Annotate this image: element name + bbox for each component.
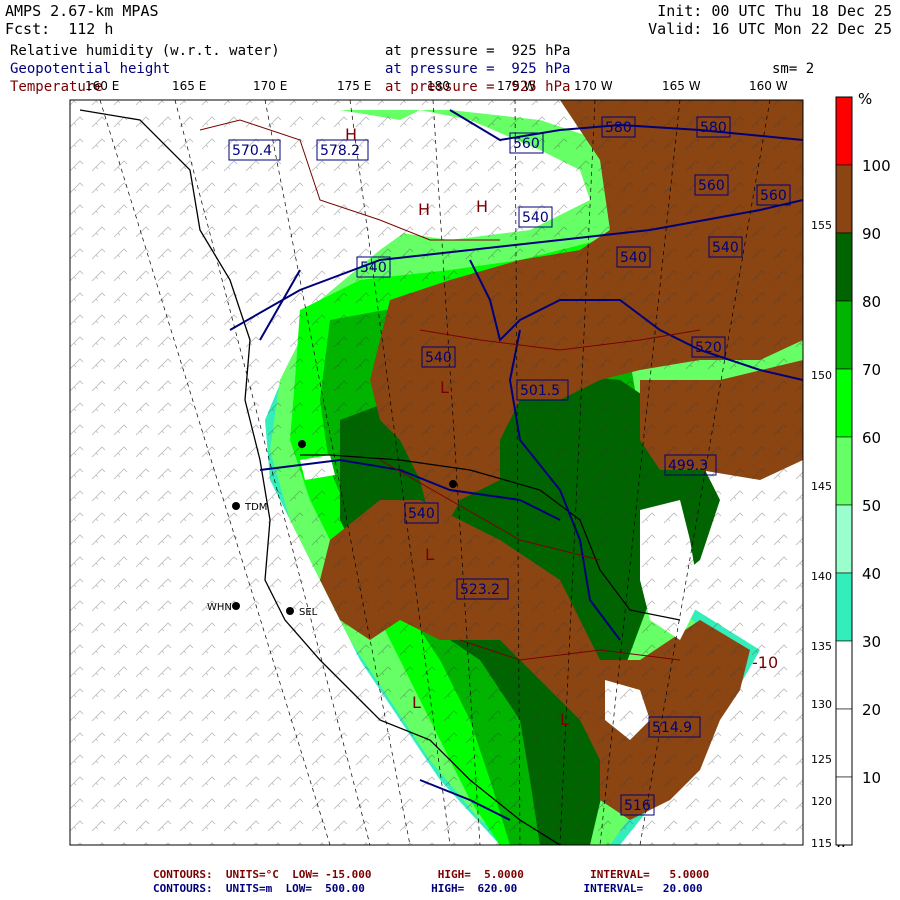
- station-whn-marker: [232, 602, 240, 610]
- longitude-labels: 160 E 165 E 170 E 175 E 180 175 W 170 W 165 W 16…: [85, 79, 788, 93]
- longitude-label: 170 W: [574, 79, 613, 93]
- colorbar-label: 80: [862, 293, 881, 311]
- footer-temp-contours: CONTOURS: UNITS=°C LOW= -15.000 HIGH= 5.…: [153, 868, 710, 881]
- height-contour-label: 540: [620, 250, 647, 266]
- height-contour-label: 523.2: [460, 582, 500, 598]
- station-sel-marker: [286, 607, 294, 615]
- colorbar: 100 90 80 70 60 50 40 30 20 10: [835, 96, 891, 846]
- colorbar-label: 10: [862, 769, 881, 787]
- colorbar-label: 30: [862, 633, 881, 651]
- height-contour-label: 540: [425, 350, 452, 366]
- colorbar-label: 40: [862, 565, 881, 583]
- height-contour-label: 540: [360, 260, 387, 276]
- height-contour-label: 560: [513, 136, 540, 152]
- temperature-contour-label: L: [440, 378, 449, 397]
- colorbar-band: [835, 300, 853, 370]
- longitude-label: 160 W: [749, 79, 788, 93]
- temperature-contour-label: H: [345, 125, 357, 144]
- footer-height-contours: CONTOURS: UNITS=m LOW= 500.00 HIGH= 620.…: [153, 882, 703, 895]
- longitude-label: 175 E: [337, 79, 371, 93]
- weather-map: 580 580 560 560 560 540 540 540 540 540 540 520 501.…: [69, 79, 891, 850]
- longitude-label: 165 W: [662, 79, 701, 93]
- station-tdm-label: TDM: [244, 502, 267, 513]
- colorbar-band: [835, 504, 853, 574]
- height-contour-label: 560: [760, 188, 787, 204]
- height-contour-label: 560: [698, 178, 725, 194]
- height-contour-label: 578.2: [320, 143, 360, 159]
- height-contour-label: 580: [605, 120, 632, 136]
- longitude-label: 160 E: [85, 79, 119, 93]
- colorbar-label: 90: [862, 225, 881, 243]
- temperature-contour-label: -10: [752, 653, 778, 672]
- longitude-label: 165 E: [172, 79, 206, 93]
- longitude-label: 180: [427, 79, 450, 93]
- colorbar-label: 20: [862, 701, 881, 719]
- height-contour-label: 514.9: [652, 720, 692, 736]
- temperature-contour-label: H: [418, 200, 430, 219]
- temperature-contour-label: L: [412, 693, 421, 712]
- height-contour-label: 501.5: [520, 383, 560, 399]
- colorbar-band: [835, 436, 853, 506]
- height-contour-label: 570.4: [232, 143, 272, 159]
- colorbar-label: 50: [862, 497, 881, 515]
- station-whn-label: WHN: [207, 602, 232, 613]
- colorbar-band: [835, 708, 853, 778]
- height-contour-label: 516: [624, 798, 651, 814]
- colorbar-label: 60: [862, 429, 881, 447]
- temperature-contour-label: H: [476, 197, 488, 216]
- height-contour-label: 580: [700, 120, 727, 136]
- colorbar-unit: %: [858, 90, 873, 108]
- height-contour-label: 540: [522, 210, 549, 226]
- temperature-contour-label: L: [425, 545, 434, 564]
- colorbar-band: [835, 640, 853, 710]
- temperature-contour-label: L: [560, 710, 569, 729]
- station-tdm-marker: [232, 502, 240, 510]
- longitude-label: 170 E: [253, 79, 287, 93]
- colorbar-band: [835, 368, 853, 438]
- colorbar-band: [835, 776, 853, 846]
- station-sel-label: SEL: [299, 607, 318, 618]
- colorbar-band: [835, 96, 853, 166]
- colorbar-label: 100: [862, 157, 891, 175]
- colorbar-band: [835, 232, 853, 302]
- colorbar-band: [835, 572, 853, 642]
- height-contour-label: 540: [712, 240, 739, 256]
- colorbar-band: [835, 164, 853, 234]
- height-contour-label: 540: [408, 506, 435, 522]
- colorbar-label: 70: [862, 361, 881, 379]
- height-contour-label: 499.3: [668, 458, 708, 474]
- height-contour-label: 520: [695, 340, 722, 356]
- longitude-label: 175 W: [497, 79, 536, 93]
